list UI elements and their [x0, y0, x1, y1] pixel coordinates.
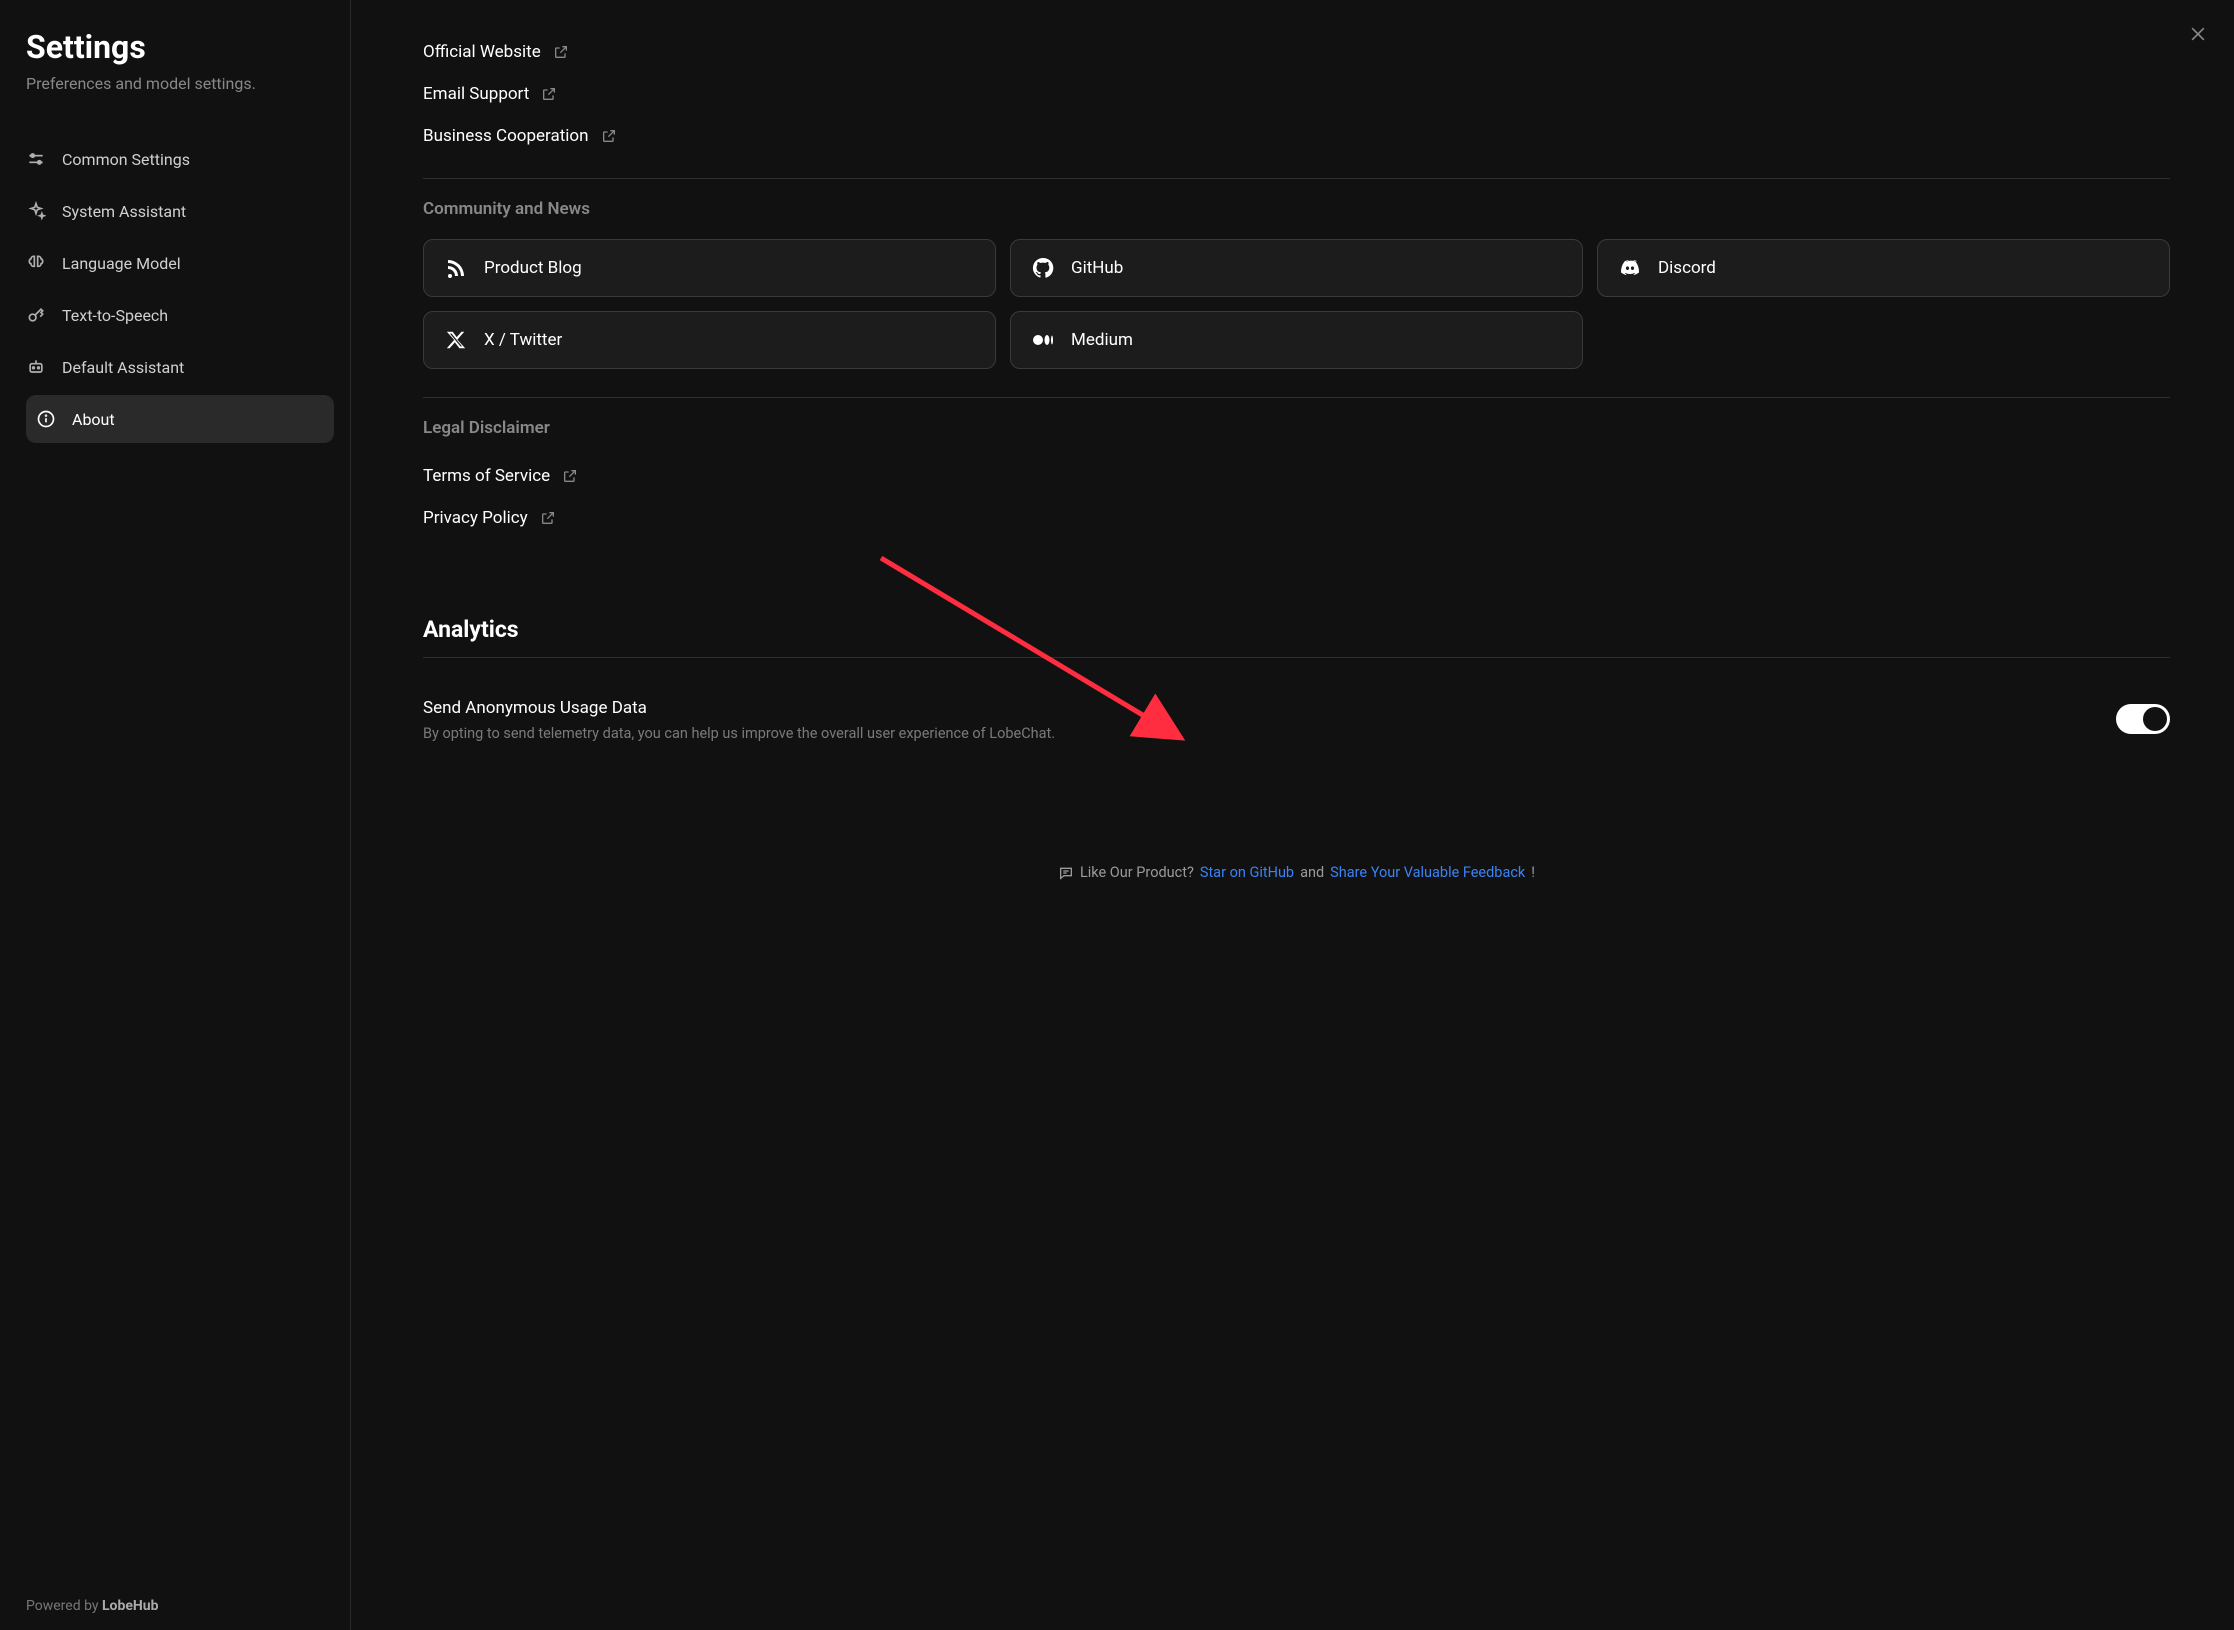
- sidebar-item-about[interactable]: About: [26, 395, 334, 443]
- external-link-icon: [601, 128, 617, 144]
- x-twitter-icon: [444, 328, 468, 352]
- footer-link-feedback[interactable]: Share Your Valuable Feedback: [1330, 864, 1525, 881]
- card-label: GitHub: [1071, 258, 1123, 278]
- close-button[interactable]: [2184, 20, 2212, 48]
- sidebar-item-label: Language Model: [62, 254, 181, 273]
- link-label: Official Website: [423, 42, 541, 62]
- section-heading-legal: Legal Disclaimer: [423, 418, 2170, 438]
- external-link-icon: [540, 510, 556, 526]
- footer-text: !: [1531, 864, 1535, 881]
- sliders-icon: [26, 149, 46, 169]
- sidebar-item-label: System Assistant: [62, 202, 186, 221]
- sidebar-item-language-model[interactable]: Language Model: [26, 239, 334, 287]
- external-link-icon: [541, 86, 557, 102]
- footer-text: and: [1300, 864, 1324, 881]
- link-privacy-policy[interactable]: Privacy Policy: [423, 500, 2170, 536]
- medium-icon: [1031, 328, 1055, 352]
- sidebar-item-text-to-speech[interactable]: Text-to-Speech: [26, 291, 334, 339]
- setting-title: Send Anonymous Usage Data: [423, 698, 2086, 718]
- sidebar-item-label: Text-to-Speech: [62, 306, 168, 325]
- link-label: Privacy Policy: [423, 508, 528, 528]
- link-label: Terms of Service: [423, 466, 550, 486]
- footer-line: Like Our Product? Star on GitHub and Sha…: [423, 864, 2170, 881]
- sidebar-nav: Common Settings System Assistant Languag…: [26, 135, 334, 443]
- divider: [423, 397, 2170, 398]
- card-label: Product Blog: [484, 258, 582, 278]
- sidebar-item-label: Common Settings: [62, 150, 190, 169]
- sidebar-footer: Powered by LobeHub: [26, 1598, 334, 1614]
- link-label: Email Support: [423, 84, 529, 104]
- card-github[interactable]: GitHub: [1010, 239, 1583, 297]
- card-twitter[interactable]: X / Twitter: [423, 311, 996, 369]
- github-icon: [1031, 256, 1055, 280]
- brain-icon: [26, 253, 46, 273]
- link-label: Business Cooperation: [423, 126, 589, 146]
- setting-description: By opting to send telemetry data, you ca…: [423, 724, 2086, 744]
- sidebar-item-label: About: [72, 410, 115, 429]
- sidebar: Settings Preferences and model settings.…: [0, 0, 351, 1630]
- card-product-blog[interactable]: Product Blog: [423, 239, 996, 297]
- chat-icon: [1058, 865, 1074, 881]
- page-subtitle: Preferences and model settings.: [26, 74, 334, 93]
- divider: [423, 657, 2170, 658]
- toggle-knob: [2143, 707, 2167, 731]
- page-title: Settings: [26, 28, 334, 66]
- sidebar-item-system-assistant[interactable]: System Assistant: [26, 187, 334, 235]
- card-label: Medium: [1071, 330, 1133, 350]
- bot-icon: [26, 357, 46, 377]
- key-icon: [26, 305, 46, 325]
- setting-anonymous-usage: Send Anonymous Usage Data By opting to s…: [423, 678, 2170, 744]
- section-heading-analytics: Analytics: [423, 616, 2170, 643]
- sidebar-item-label: Default Assistant: [62, 358, 184, 377]
- link-official-website[interactable]: Official Website: [423, 34, 2170, 70]
- link-terms-of-service[interactable]: Terms of Service: [423, 458, 2170, 494]
- card-medium[interactable]: Medium: [1010, 311, 1583, 369]
- sparkle-icon: [26, 201, 46, 221]
- card-discord[interactable]: Discord: [1597, 239, 2170, 297]
- usage-data-toggle[interactable]: [2116, 704, 2170, 734]
- external-link-icon: [562, 468, 578, 484]
- rss-icon: [444, 256, 468, 280]
- card-label: Discord: [1658, 258, 1716, 278]
- card-label: X / Twitter: [484, 330, 562, 350]
- section-heading-community: Community and News: [423, 199, 2170, 219]
- link-email-support[interactable]: Email Support: [423, 76, 2170, 112]
- sidebar-item-common-settings[interactable]: Common Settings: [26, 135, 334, 183]
- link-business-cooperation[interactable]: Business Cooperation: [423, 118, 2170, 154]
- info-icon: [36, 409, 56, 429]
- discord-icon: [1618, 256, 1642, 280]
- divider: [423, 178, 2170, 179]
- external-link-icon: [553, 44, 569, 60]
- footer-link-star[interactable]: Star on GitHub: [1200, 864, 1294, 881]
- main-content: Official Website Email Support Business …: [351, 0, 2234, 1630]
- sidebar-item-default-assistant[interactable]: Default Assistant: [26, 343, 334, 391]
- footer-text: Like Our Product?: [1080, 864, 1194, 881]
- community-cards: Product Blog GitHub Discord X / Twitter: [423, 239, 2170, 369]
